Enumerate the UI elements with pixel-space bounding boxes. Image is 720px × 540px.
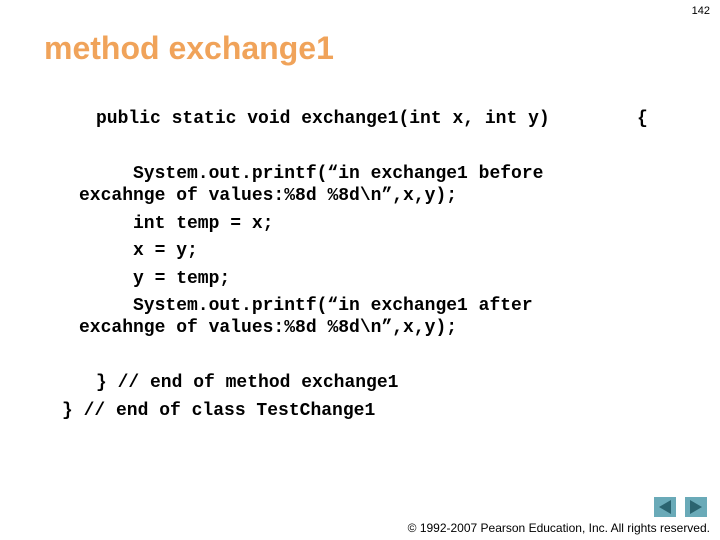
end-method-line: } // end of method exchange1 [96,373,399,393]
printf-before-line-2: excahnge of values:%8d %8d\n”,x,y); [79,186,458,206]
slide-title: method exchange1 [44,30,334,66]
next-slide-button[interactable] [685,497,707,517]
open-brace: { [637,109,648,129]
page-number: 142 [691,5,710,17]
printf-before-line-1: System.out.printf(“in exchange1 before [133,164,544,184]
x-assign-line: x = y; [133,241,198,261]
copyright-notice: © 1992-2007 Pearson Education, Inc. All … [407,521,710,535]
method-signature: public static void exchange1(int x, int … [96,109,550,129]
prev-slide-icon [659,500,671,514]
next-slide-icon [690,500,702,514]
printf-after-line-2: excahnge of values:%8d %8d\n”,x,y); [79,318,458,338]
printf-after-line-1: System.out.printf(“in exchange1 after [133,296,533,316]
y-assign-line: y = temp; [133,269,231,289]
temp-assign-line: int temp = x; [133,214,274,234]
end-class-line: } // end of class TestChange1 [62,401,376,421]
prev-slide-button[interactable] [654,497,676,517]
